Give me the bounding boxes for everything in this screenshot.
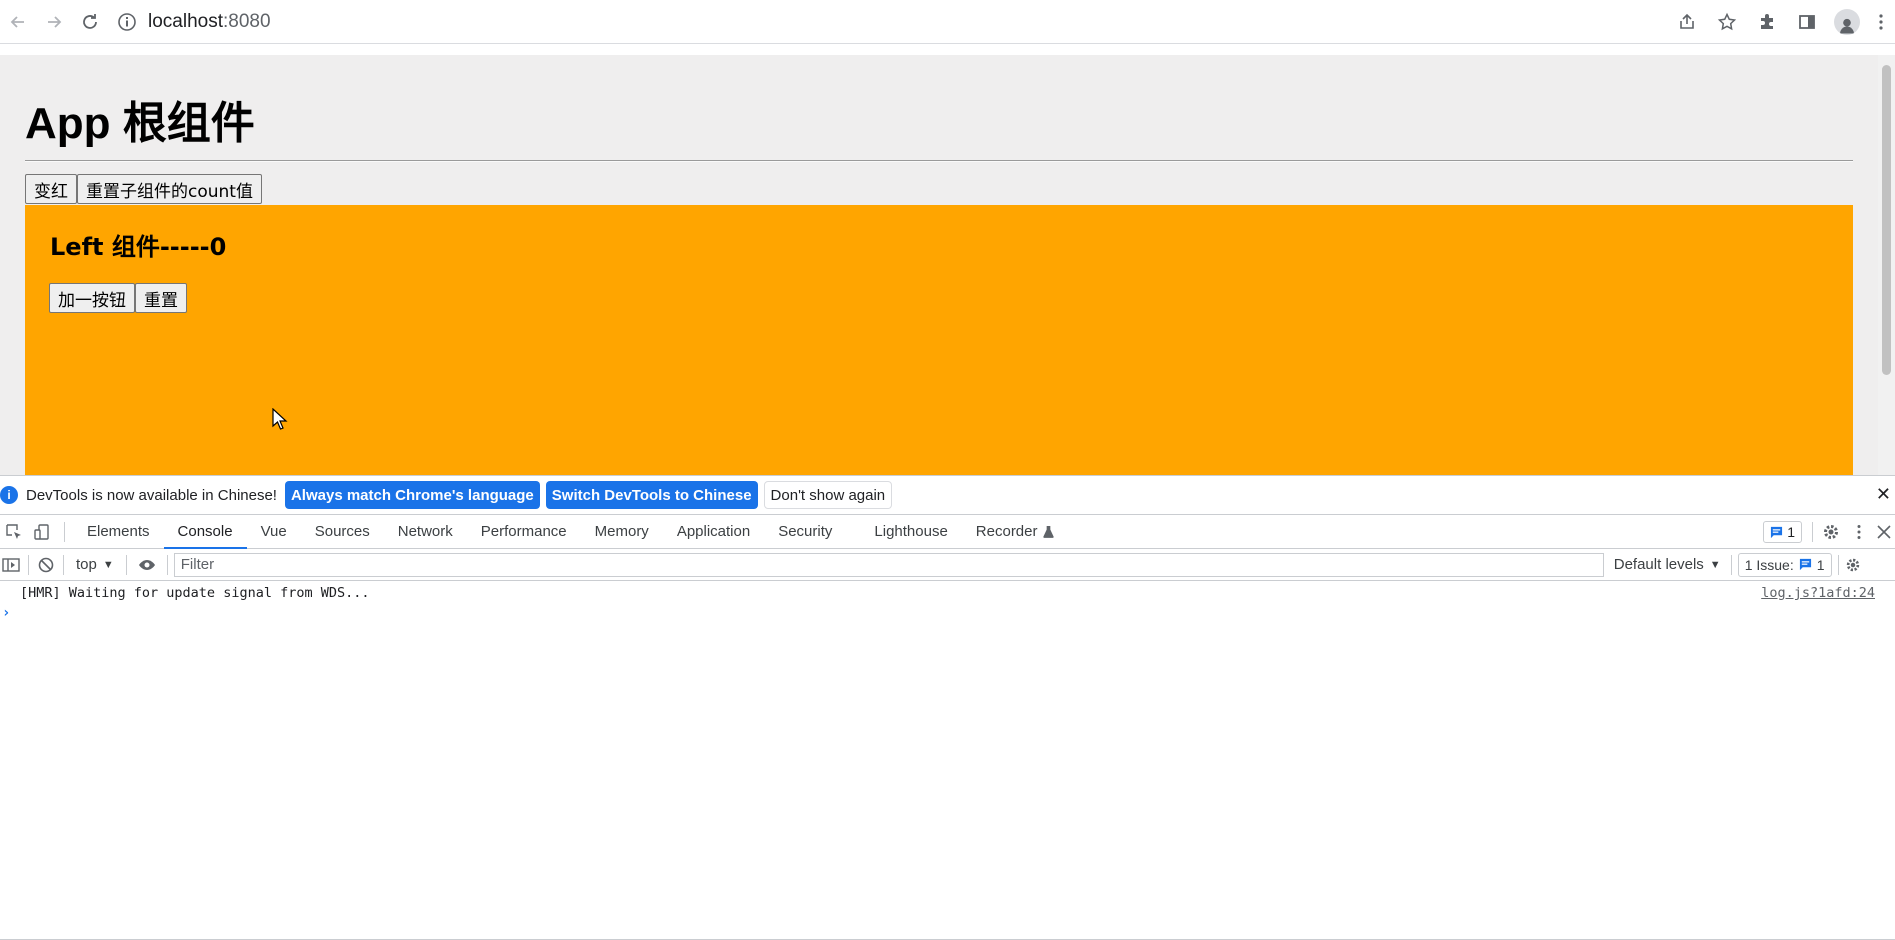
url-host: localhost (148, 10, 223, 32)
tab-elements[interactable]: Elements (73, 515, 164, 549)
log-levels-label: Default levels (1613, 556, 1704, 573)
app-title: App 根组件 (25, 99, 255, 148)
forward-arrow-icon[interactable] (36, 4, 72, 40)
separator (64, 521, 65, 542)
page-scrollbar[interactable] (1878, 55, 1895, 475)
left-component-title: Left 组件-----0 (50, 233, 227, 261)
tab-sources[interactable]: Sources (301, 515, 384, 549)
scrollbar-thumb[interactable] (1882, 65, 1891, 375)
add-one-button[interactable]: 加一按钮 (49, 283, 135, 313)
info-icon: i (0, 486, 18, 504)
url-port: :8080 (223, 10, 271, 32)
address-bar[interactable]: localhost:8080 (116, 5, 271, 39)
browser-toolbar: localhost:8080 (0, 0, 1895, 44)
infobar-text: DevTools is now available in Chinese! (26, 486, 277, 504)
profile-avatar[interactable] (1827, 4, 1867, 40)
log-levels-dropdown[interactable]: Default levels ▼ (1604, 556, 1731, 573)
mouse-cursor-icon (272, 408, 288, 430)
always-match-language-button[interactable]: Always match Chrome's language (284, 481, 540, 509)
site-info-icon[interactable] (116, 11, 138, 33)
reset-child-count-button[interactable]: 重置子组件的count值 (77, 174, 262, 204)
divider (25, 160, 1853, 162)
tab-application[interactable]: Application (663, 515, 764, 549)
tab-security[interactable]: Security (764, 515, 846, 549)
tab-lighthouse[interactable]: Lighthouse (860, 515, 961, 549)
inspect-element-icon[interactable] (0, 515, 28, 549)
menu-dots-icon[interactable] (1867, 4, 1895, 40)
console-output: [HMR] Waiting for update signal from WDS… (0, 581, 1895, 940)
issues-button[interactable]: 1 Issue: 1 (1737, 552, 1832, 577)
devtools-panel: i DevTools is now available in Chinese! … (0, 475, 1895, 940)
issues-label: 1 Issue: (1744, 556, 1794, 573)
separator (125, 554, 127, 575)
close-icon[interactable]: ✕ (1876, 484, 1891, 505)
tab-recorder-label: Recorder (975, 523, 1038, 540)
log-source-link[interactable]: log.js?1afd:24 (1761, 585, 1875, 601)
context-label: top (76, 556, 97, 573)
console-settings-gear-icon[interactable] (1845, 548, 1861, 582)
dropdown-arrow-icon: ▼ (102, 558, 114, 571)
switch-to-chinese-button[interactable]: Switch DevTools to Chinese (545, 481, 758, 509)
flask-icon (1042, 526, 1054, 538)
issues-count: 1 (1816, 556, 1825, 573)
tab-performance[interactable]: Performance (467, 515, 581, 549)
context-selector[interactable]: top ▼ (70, 556, 120, 573)
bookmark-star-icon[interactable] (1707, 4, 1747, 40)
live-expression-eye-icon[interactable] (133, 548, 161, 582)
left-button-row: 加一按钮 重置 (49, 283, 187, 313)
message-count-badge[interactable]: 1 (1763, 521, 1802, 543)
message-count: 1 (1787, 524, 1795, 540)
left-component: Left 组件-----0 加一按钮 重置 (25, 205, 1853, 475)
tab-recorder[interactable]: Recorder (962, 515, 1068, 549)
devtools-tabbar: Elements Console Vue Sources Network Per… (0, 515, 1895, 549)
make-red-button[interactable]: 变红 (25, 174, 77, 204)
more-options-icon[interactable] (1845, 515, 1873, 549)
separator (1812, 522, 1813, 542)
console-toolbar: top ▼ Default levels ▼ 1 Issue: 1 (0, 549, 1895, 581)
message-icon (1799, 558, 1811, 571)
log-message: [HMR] Waiting for update signal from WDS… (20, 585, 370, 601)
extensions-puzzle-icon[interactable] (1747, 4, 1787, 40)
separator (166, 554, 168, 575)
separator (1730, 554, 1732, 575)
page-viewport: App 根组件 变红 重置子组件的count值 Left 组件-----0 加一… (0, 55, 1878, 475)
separator (1837, 554, 1839, 575)
tab-network[interactable]: Network (384, 515, 467, 549)
tab-console[interactable]: Console (163, 515, 247, 549)
device-toolbar-icon[interactable] (28, 515, 56, 549)
console-prompt-chevron-icon[interactable]: › (2, 605, 10, 621)
tab-vue[interactable]: Vue (247, 515, 301, 549)
settings-gear-icon[interactable] (1817, 515, 1845, 549)
reload-icon[interactable] (72, 4, 108, 40)
devtools-language-infobar: i DevTools is now available in Chinese! … (0, 476, 1895, 515)
dropdown-arrow-icon: ▼ (1709, 558, 1721, 571)
app-button-row: 变红 重置子组件的count值 (25, 174, 262, 204)
close-devtools-icon[interactable] (1873, 515, 1895, 549)
tab-memory[interactable]: Memory (581, 515, 663, 549)
separator (28, 554, 29, 575)
side-panel-icon[interactable] (1787, 4, 1827, 40)
separator (63, 554, 64, 575)
console-filter-input[interactable] (173, 552, 1604, 577)
back-arrow-icon[interactable] (0, 4, 36, 40)
sidebar-toggle-icon[interactable] (0, 548, 22, 582)
share-icon[interactable] (1667, 4, 1707, 40)
clear-console-icon[interactable] (35, 548, 57, 582)
dont-show-again-button[interactable]: Don't show again (763, 481, 893, 509)
console-log-row: [HMR] Waiting for update signal from WDS… (0, 581, 1895, 605)
reset-button[interactable]: 重置 (135, 283, 187, 313)
message-icon (1771, 526, 1783, 538)
